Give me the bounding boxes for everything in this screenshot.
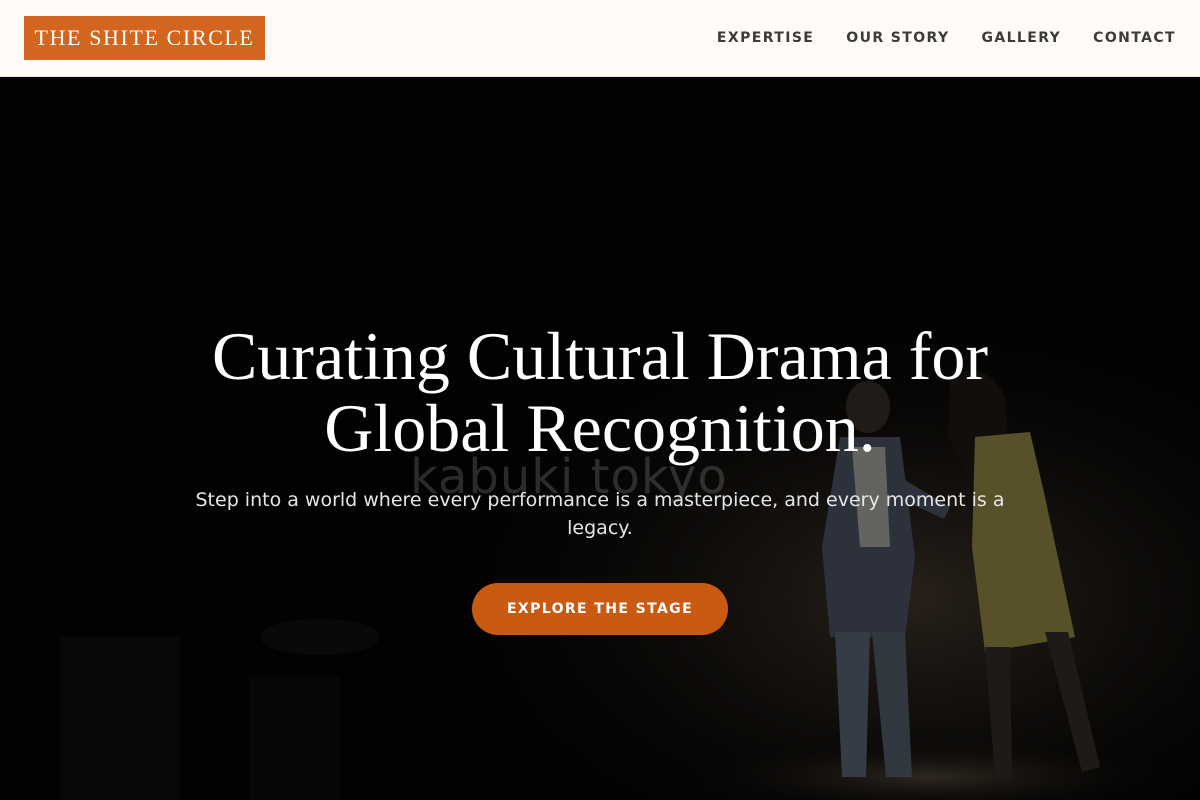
nav-link-gallery[interactable]: GALLERY <box>981 30 1061 46</box>
nav-link-contact[interactable]: CONTACT <box>1093 30 1176 46</box>
nav-link-expertise[interactable]: EXPERTISE <box>717 30 814 46</box>
hero-section: kabuki tokyo Curating Cultural Drama for… <box>0 77 1200 800</box>
hero-subtitle: Step into a world where every performanc… <box>195 489 1005 539</box>
main-nav: EXPERTISE OUR STORY GALLERY CONTACT <box>717 0 1176 76</box>
site-header: THE SHITE CIRCLE EXPERTISE OUR STORY GAL… <box>0 0 1200 77</box>
hero-title-line-1: Curating Cultural Drama for <box>211 318 989 394</box>
hero-title: Curating Cultural Drama for Global Recog… <box>150 320 1050 464</box>
nav-link-our-story[interactable]: OUR STORY <box>846 30 949 46</box>
site-logo[interactable]: THE SHITE CIRCLE <box>24 16 265 60</box>
hero-title-line-2: Global Recognition. <box>324 390 876 466</box>
explore-stage-button[interactable]: EXPLORE THE STAGE <box>472 583 728 635</box>
